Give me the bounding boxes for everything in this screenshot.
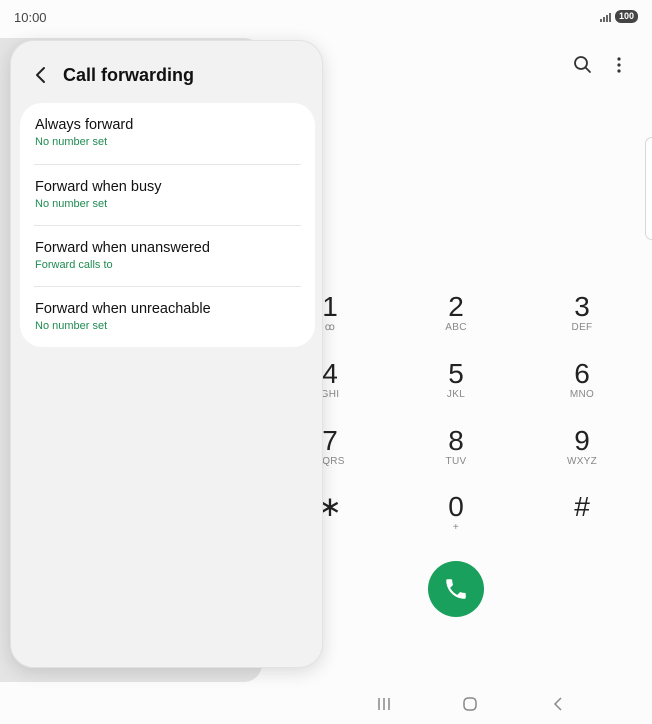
- dial-key-5[interactable]: 5 JKL: [406, 359, 506, 421]
- list-item-forward-when-busy[interactable]: Forward when busy No number set: [34, 164, 301, 225]
- list-item-forward-when-unanswered[interactable]: Forward when unanswered Forward calls to: [34, 225, 301, 286]
- dial-key-2[interactable]: 2 ABC: [406, 292, 506, 354]
- battery-icon: 100: [614, 10, 638, 23]
- call-button[interactable]: [428, 561, 484, 617]
- key-digit: 8: [448, 425, 464, 456]
- list-item-forward-when-unreachable[interactable]: Forward when unreachable No number set: [34, 286, 301, 347]
- key-letters: WXYZ: [566, 456, 598, 467]
- panel-header: Call forwarding: [33, 63, 194, 87]
- list-item-subtitle: No number set: [35, 320, 108, 332]
- forwarding-options-list: Always forward No number set Forward whe…: [20, 103, 315, 347]
- key-digit: 9: [574, 425, 590, 456]
- key-digit: #: [574, 491, 590, 522]
- list-item-subtitle: Forward calls to: [35, 259, 113, 271]
- search-icon[interactable]: [572, 54, 594, 76]
- list-item-title: Forward when unreachable: [35, 301, 211, 317]
- key-digit: 5: [448, 358, 464, 389]
- more-vert-icon[interactable]: [608, 54, 630, 76]
- dialer-actions: [572, 54, 630, 76]
- home-icon[interactable]: [458, 694, 482, 714]
- key-letters: MNO: [569, 389, 595, 400]
- signal-icon: [599, 12, 611, 22]
- recents-icon[interactable]: [372, 694, 396, 714]
- list-item-always-forward[interactable]: Always forward No number set: [34, 103, 301, 164]
- dial-key-hash[interactable]: #: [532, 492, 632, 554]
- back-icon[interactable]: [546, 694, 570, 714]
- key-digit: 0: [448, 491, 464, 522]
- status-bar: 10:00 100: [0, 0, 652, 34]
- edge-panel-handle[interactable]: [645, 137, 652, 240]
- key-digit: 2: [448, 291, 464, 322]
- dial-key-3[interactable]: 3 DEF: [532, 292, 632, 354]
- list-item-subtitle: No number set: [35, 136, 108, 148]
- key-letters: +: [452, 522, 460, 533]
- key-digit: 3: [574, 291, 590, 322]
- chevron-left-icon[interactable]: [33, 63, 49, 87]
- key-letters: TUV: [445, 456, 467, 467]
- list-item-subtitle: No number set: [35, 198, 108, 210]
- dial-key-8[interactable]: 8 TUV: [406, 426, 506, 488]
- phone-icon: [446, 579, 466, 599]
- navigation-bar: [340, 690, 600, 718]
- status-indicators: 100: [599, 10, 638, 23]
- list-item-title: Forward when busy: [35, 179, 162, 195]
- list-item-title: Forward when unanswered: [35, 240, 210, 256]
- dial-key-0[interactable]: 0 +: [406, 492, 506, 554]
- call-forwarding-panel: Call forwarding Always forward No number…: [10, 40, 323, 668]
- key-letters: ABC: [445, 322, 467, 333]
- list-item-title: Always forward: [35, 117, 134, 133]
- key-letters: DEF: [571, 322, 593, 333]
- dial-key-9[interactable]: 9 WXYZ: [532, 426, 632, 488]
- status-time: 10:00: [14, 10, 47, 25]
- key-digit: 6: [574, 358, 590, 389]
- page-title: Call forwarding: [63, 64, 195, 85]
- dial-key-6[interactable]: 6 MNO: [532, 359, 632, 421]
- key-letters: JKL: [446, 389, 466, 400]
